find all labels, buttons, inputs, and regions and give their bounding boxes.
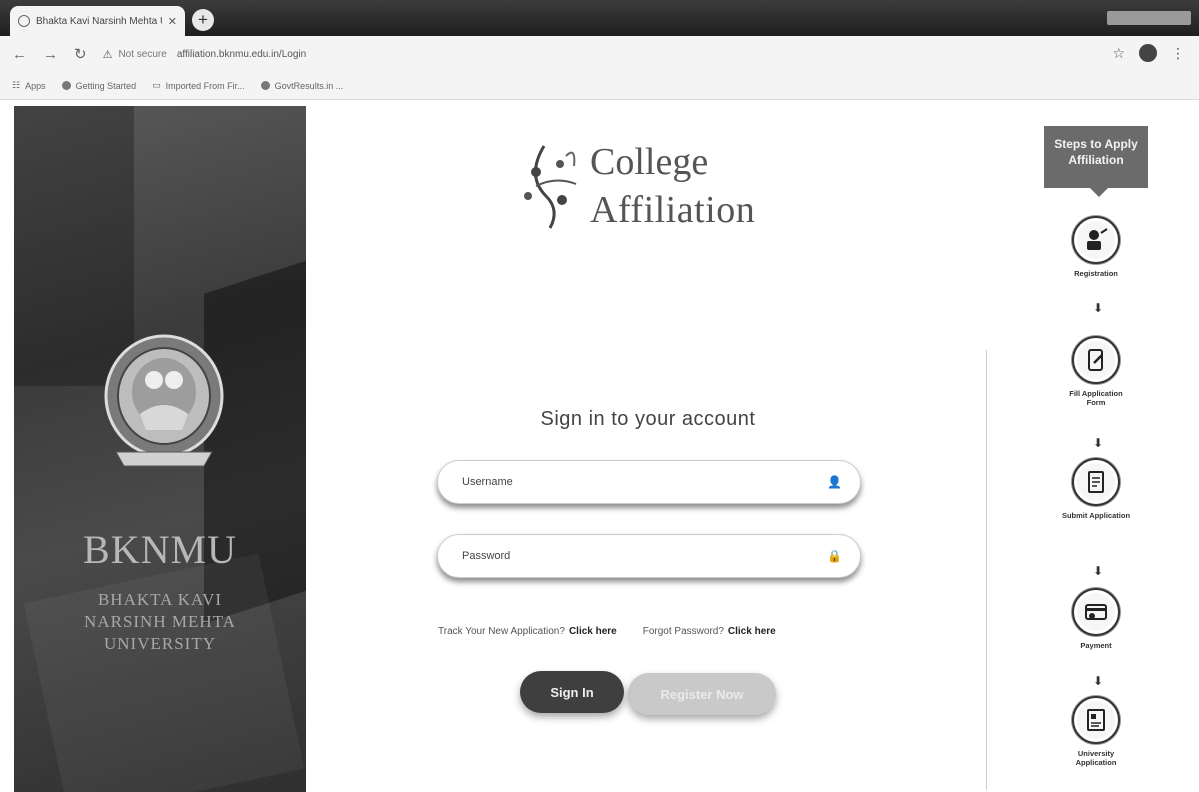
user-register-icon <box>1072 216 1120 264</box>
step-fill-form: Fill Application Form <box>1060 336 1132 407</box>
step-label: Submit Application <box>1061 511 1131 520</box>
helper-links: Track Your New Application? Click here For… <box>438 626 868 637</box>
tab-title: Bhakta Kavi Narsinh Mehta Uni <box>36 15 162 27</box>
profile-avatar[interactable] <box>1139 44 1157 62</box>
folder-icon: ▭ <box>152 80 161 90</box>
globe-icon <box>18 15 30 27</box>
steps-heading-pointer <box>1090 188 1108 197</box>
browser-tab-bar: Bhakta Kavi Narsinh Mehta Uni ✕ + <box>0 0 1199 36</box>
form-edit-icon <box>1072 336 1120 384</box>
university-name-line: BHAKTA KAVI <box>97 590 223 609</box>
user-icon: 👤 <box>827 475 842 489</box>
step-arrow-icon: ⬇ <box>1093 674 1104 688</box>
new-tab-button[interactable]: + <box>192 9 214 31</box>
apps-icon: ☷ <box>12 80 21 90</box>
step-arrow-icon: ⬇ <box>1093 436 1104 450</box>
steps-heading-line2: Affiliation <box>1068 153 1124 167</box>
step-label: University Application <box>1075 749 1117 767</box>
step-submit: Submit Application <box>1060 458 1132 520</box>
university-application-icon <box>1072 696 1120 744</box>
logo-text-affiliation: Affiliation <box>590 189 756 231</box>
reload-icon[interactable]: ↻ <box>74 45 87 63</box>
track-application-text: Track Your New Application? <box>438 626 565 637</box>
register-now-button[interactable]: Register Now <box>628 673 776 715</box>
track-application-link[interactable]: Click here <box>569 626 617 637</box>
document-submit-icon <box>1072 458 1120 506</box>
browser-toolbar: ← → ↻ ⚠ Not secure affiliation.bknmu.edu… <box>0 36 1199 72</box>
logo-flourish-icon <box>524 145 577 229</box>
step-label: Payment <box>1080 641 1112 650</box>
menu-icon[interactable]: ⋮ <box>1171 45 1185 62</box>
divider <box>986 350 987 790</box>
steps-heading: Steps to Apply Affiliation <box>1044 126 1148 188</box>
warning-icon: ⚠ <box>102 48 113 61</box>
step-label: Fill Application Form <box>1069 389 1123 407</box>
address-bar[interactable]: ⚠ Not secure affiliation.bknmu.edu.in/Lo… <box>103 48 803 61</box>
sign-in-button[interactable]: Sign In <box>520 671 624 713</box>
bookmark-govtresults[interactable]: GovtResults.in ... <box>260 81 343 91</box>
window-controls[interactable] <box>1107 11 1191 25</box>
step-payment: Payment <box>1060 588 1132 650</box>
address-url: affiliation.bknmu.edu.in/Login <box>176 48 307 60</box>
signin-heading: Sign in to your account <box>540 408 756 430</box>
username-field[interactable]: 👤 <box>437 460 861 504</box>
browser-tab[interactable]: Bhakta Kavi Narsinh Mehta Uni ✕ <box>10 6 185 36</box>
university-banner-image: BKNMU BHAKTA KAVI NARSINH MEHTA UNIVERSI… <box>14 106 306 792</box>
lock-icon: 🔒 <box>827 549 842 563</box>
forgot-password-text: Forgot Password? <box>642 626 724 637</box>
password-input[interactable] <box>462 550 828 562</box>
university-name-line: UNIVERSITY <box>104 634 216 653</box>
step-registration: Registration <box>1060 216 1132 278</box>
university-seal-icon <box>104 334 224 467</box>
password-field[interactable]: 🔒 <box>437 534 861 578</box>
back-icon[interactable]: ← <box>12 46 27 63</box>
steps-heading-line1: Steps to Apply <box>1054 137 1138 151</box>
payment-card-icon <box>1072 588 1120 636</box>
bookmark-apps[interactable]: ☷ Apps <box>12 80 46 91</box>
bookmark-icon <box>61 81 71 90</box>
security-label: Not secure <box>118 48 167 60</box>
close-tab-icon[interactable]: ✕ <box>168 15 177 28</box>
university-short-name: BKNMU <box>83 527 237 572</box>
username-input[interactable] <box>462 476 828 488</box>
forward-icon[interactable]: → <box>43 46 58 63</box>
university-name-line: NARSINH MEHTA <box>84 612 236 631</box>
logo-text-college: College <box>590 141 709 183</box>
bookmark-getting-started[interactable]: Getting Started <box>61 81 136 91</box>
bookmark-imported[interactable]: ▭ Imported From Fir... <box>152 80 245 91</box>
step-label: Registration <box>1074 269 1118 278</box>
college-affiliation-logo: College Affiliation <box>516 136 776 236</box>
step-arrow-icon: ⬇ <box>1093 301 1104 315</box>
step-arrow-icon: ⬇ <box>1093 564 1104 578</box>
bookmark-icon <box>260 81 270 90</box>
toolbar-actions: ☆ ⋮ <box>1112 44 1185 62</box>
step-university-application: University Application <box>1060 696 1132 767</box>
forgot-password-link[interactable]: Click here <box>728 626 776 637</box>
bookmarks-bar: ☷ Apps Getting Started ▭ Imported From Fir… <box>0 72 1199 100</box>
star-icon[interactable]: ☆ <box>1112 45 1125 62</box>
